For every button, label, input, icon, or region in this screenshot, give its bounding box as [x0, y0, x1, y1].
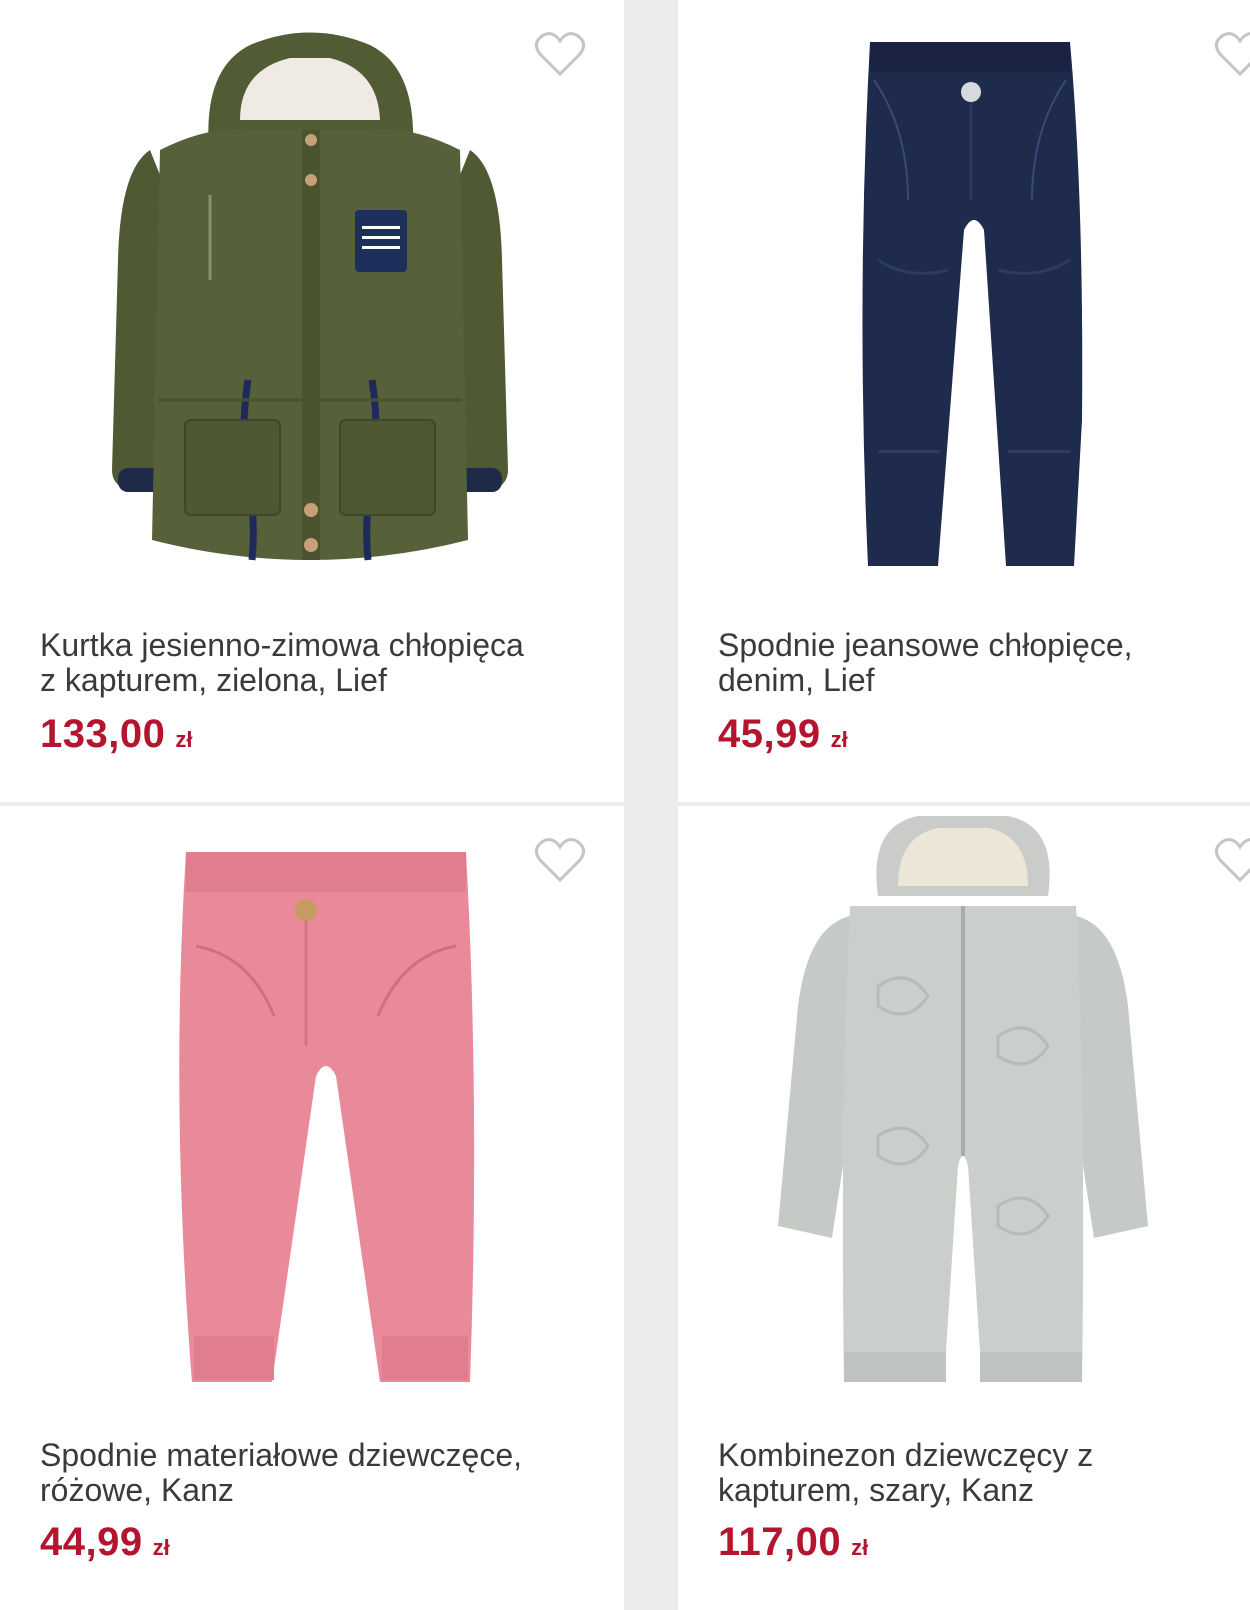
product-title[interactable]: Kombinezon dziewczęcy z kapturem, szary,…: [718, 1438, 1228, 1508]
product-title[interactable]: Spodnie jeansowe chłopięce, denim, Lief: [718, 628, 1228, 698]
favorite-heart-icon[interactable]: [534, 30, 586, 78]
pink-corduroy-trousers-image[interactable]: [170, 806, 480, 1396]
product-price: 133,00 zł: [40, 712, 192, 757]
favorite-heart-icon[interactable]: [534, 836, 586, 884]
price-amount: 117,00: [718, 1520, 842, 1564]
price-amount: 44,99: [40, 1520, 143, 1564]
product-grid: Kurtka jesienno-zimowa chłopięca z kaptu…: [0, 0, 1250, 1610]
favorite-heart-icon[interactable]: [1214, 30, 1250, 78]
price-amount: 133,00: [40, 712, 166, 756]
price-currency: zł: [152, 1535, 170, 1560]
product-card[interactable]: Spodnie jeansowe chłopięce, denim, Lief …: [678, 0, 1250, 802]
product-title[interactable]: Kurtka jesienno-zimowa chłopięca z kaptu…: [40, 628, 580, 698]
price-currency: zł: [175, 727, 193, 752]
product-card[interactable]: Spodnie materiałowe dziewczęce, różowe, …: [0, 806, 624, 1610]
navy-jeans-image[interactable]: [838, 0, 1108, 580]
product-price: 117,00 zł: [718, 1520, 868, 1565]
product-card[interactable]: Kurtka jesienno-zimowa chłopięca z kaptu…: [0, 0, 624, 802]
product-card[interactable]: Kombinezon dziewczęcy z kapturem, szary,…: [678, 806, 1250, 1610]
favorite-heart-icon[interactable]: [1214, 836, 1250, 884]
price-amount: 45,99: [718, 712, 821, 756]
price-currency: zł: [851, 1535, 869, 1560]
product-price: 44,99 zł: [40, 1520, 170, 1565]
product-price: 45,99 zł: [718, 712, 848, 757]
grey-hooded-snowsuit-image[interactable]: [768, 806, 1158, 1396]
product-title[interactable]: Spodnie materiałowe dziewczęce, różowe, …: [40, 1438, 580, 1508]
price-currency: zł: [830, 727, 848, 752]
green-parka-jacket-image[interactable]: [90, 0, 530, 580]
